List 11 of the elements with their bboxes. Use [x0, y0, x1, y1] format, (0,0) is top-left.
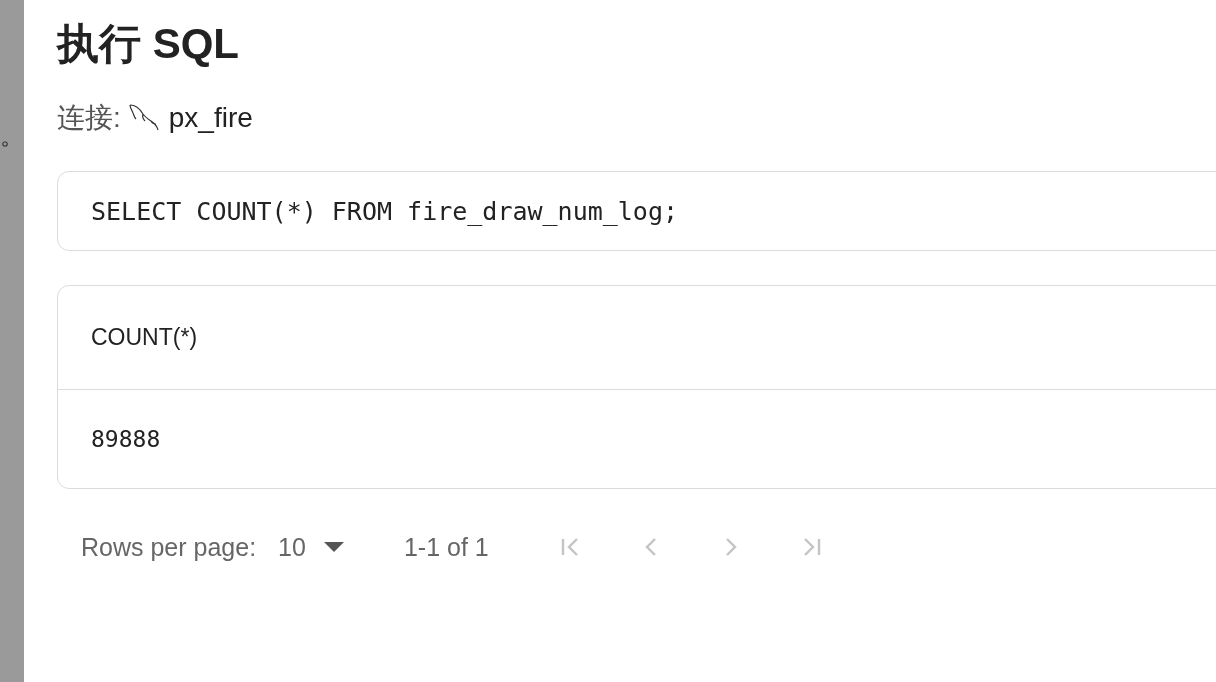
caret-icon	[323, 542, 344, 552]
sql-query-field[interactable]: SELECT COUNT(*) FROM fire_draw_num_log;	[57, 171, 1216, 251]
rows-per-page-select[interactable]: 10	[278, 532, 344, 562]
rows-per-page-label: Rows per page:	[81, 532, 257, 562]
dialog-title: 执行 SQL	[57, 19, 240, 69]
background-text: 。	[0, 121, 24, 151]
page-range: 1-1 of 1	[403, 532, 489, 562]
table-cell-text: 89888	[90, 425, 162, 454]
connection-label: 连接:	[57, 101, 121, 135]
column-header: COUNT(*)	[58, 286, 1216, 390]
connection-name: px_fire	[168, 102, 253, 134]
